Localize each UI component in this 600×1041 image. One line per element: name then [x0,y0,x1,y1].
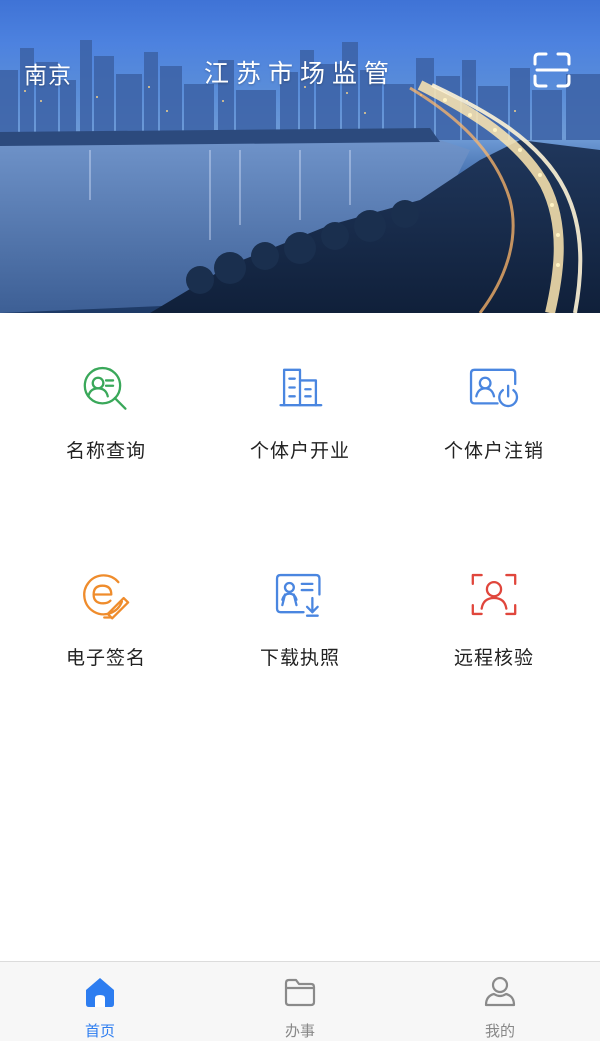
tab-services[interactable]: 办事 [200,962,400,1041]
header-banner: 南京 江苏市场监管 [0,0,600,313]
service-label: 名称查询 [65,440,146,462]
service-name-search[interactable]: 名称查询 [6,313,206,463]
tab-label: 我的 [484,1022,515,1040]
home-icon [86,978,114,1007]
remote-verify-icon [471,573,517,616]
tab-home[interactable]: 首页 [0,962,200,1041]
city-night-skyline-image [0,40,600,313]
scan-button[interactable] [533,52,571,88]
service-label: 远程核验 [453,647,534,669]
e-signature-icon [83,574,130,620]
service-license-download[interactable]: 下载执照 [200,520,400,670]
bottom-tab-bar: 首页 办事 我的 [0,961,600,1041]
service-individual-opening[interactable]: 个体户开业 [200,313,400,463]
service-remote-verify[interactable]: 远程核验 [394,520,594,670]
user-icon [484,976,516,1007]
service-e-signature[interactable]: 电子签名 [6,520,206,670]
folder-icon [284,978,316,1007]
service-label: 个体户开业 [249,440,350,462]
tab-label: 首页 [84,1022,115,1040]
scan-icon [533,52,571,88]
building-icon [279,368,323,407]
service-label: 电子签名 [65,647,146,669]
service-individual-deregister[interactable]: 个体户注销 [394,313,594,463]
deregister-icon [469,368,519,408]
tab-label: 办事 [284,1022,315,1040]
service-label: 个体户注销 [443,440,544,462]
name-search-icon [83,366,127,410]
page-title: 江苏市场监管 [203,59,396,88]
status-bar-fragment [6,0,66,8]
service-label: 下载执照 [259,647,340,669]
license-download-icon [275,573,321,617]
tab-mine[interactable]: 我的 [400,962,600,1041]
